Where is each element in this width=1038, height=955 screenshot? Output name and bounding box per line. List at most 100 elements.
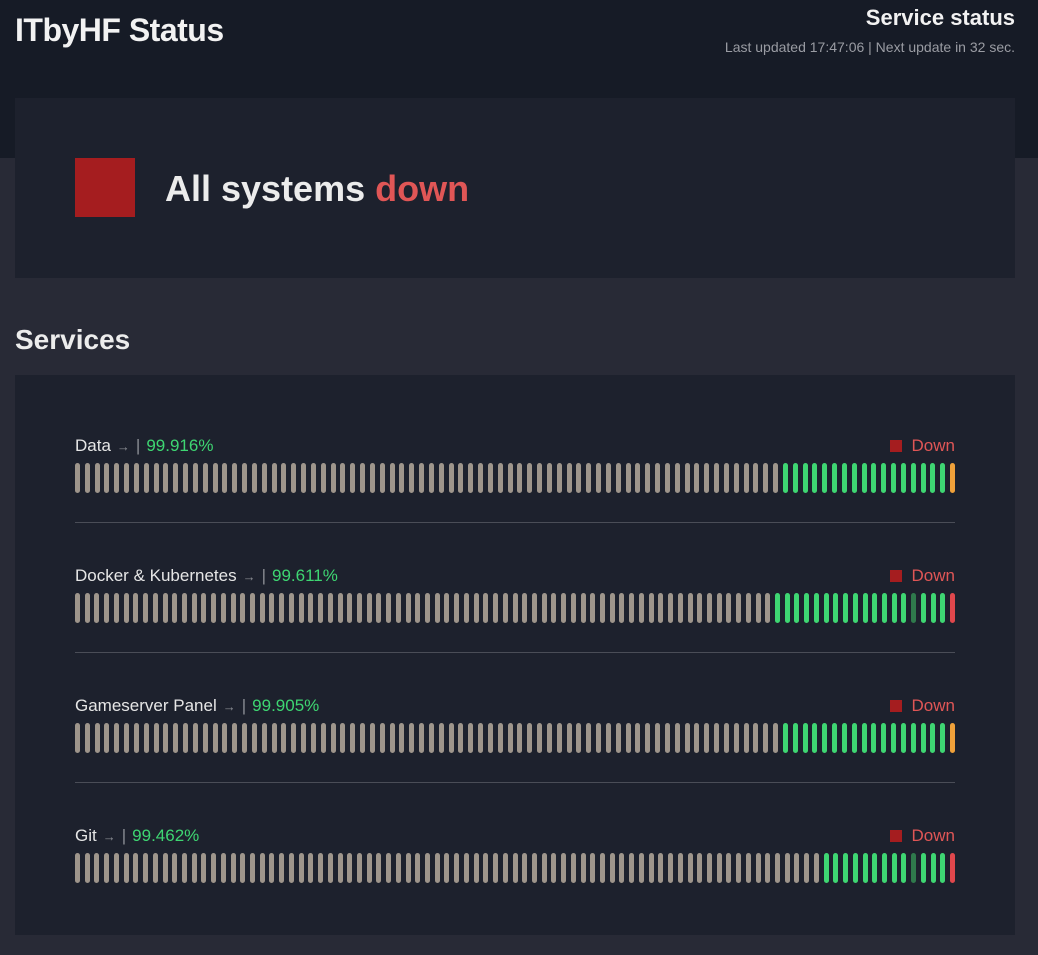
history-bar-no-data[interactable] — [522, 853, 528, 883]
history-bar-no-data[interactable] — [399, 463, 405, 493]
history-bar-no-data[interactable] — [240, 853, 246, 883]
history-bar-up[interactable] — [930, 853, 936, 883]
history-bar-no-data[interactable] — [242, 723, 248, 753]
history-bar-no-data[interactable] — [340, 463, 346, 493]
history-bar-up[interactable] — [832, 463, 838, 493]
history-bar-no-data[interactable] — [596, 463, 602, 493]
history-bar-no-data[interactable] — [648, 853, 654, 883]
history-bar-up[interactable] — [792, 723, 798, 753]
history-bar-no-data[interactable] — [271, 723, 277, 753]
history-bar-no-data[interactable] — [570, 853, 576, 883]
history-bar-up[interactable] — [901, 853, 907, 883]
history-bar-no-data[interactable] — [629, 853, 635, 883]
history-bar-no-data[interactable] — [192, 463, 198, 493]
history-bar-no-data[interactable] — [409, 723, 415, 753]
history-bar-no-data[interactable] — [733, 723, 739, 753]
history-bar-no-data[interactable] — [230, 853, 236, 883]
history-bar-no-data[interactable] — [743, 723, 749, 753]
history-bar-no-data[interactable] — [664, 463, 670, 493]
history-bar-no-data[interactable] — [242, 463, 248, 493]
history-bar-no-data[interactable] — [463, 853, 469, 883]
history-bar-no-data[interactable] — [360, 723, 366, 753]
history-bar-no-data[interactable] — [586, 463, 592, 493]
history-bar-no-data[interactable] — [684, 463, 690, 493]
history-bar-no-data[interactable] — [202, 723, 208, 753]
history-bar-no-data[interactable] — [369, 723, 375, 753]
arrow-right-icon[interactable]: → — [103, 829, 116, 844]
history-bar-up[interactable] — [833, 853, 839, 883]
history-bar-no-data[interactable] — [211, 853, 217, 883]
history-bar-no-data[interactable] — [502, 593, 508, 623]
history-bar-no-data[interactable] — [376, 853, 382, 883]
history-bar-no-data[interactable] — [211, 593, 217, 623]
history-bar-no-data[interactable] — [153, 463, 159, 493]
history-bar-no-data[interactable] — [143, 593, 149, 623]
history-bar-no-data[interactable] — [320, 723, 326, 753]
history-bar-no-data[interactable] — [551, 593, 557, 623]
history-bar-no-data[interactable] — [104, 723, 110, 753]
history-bar-no-data[interactable] — [625, 463, 631, 493]
history-bar-no-data[interactable] — [386, 853, 392, 883]
history-bar-no-data[interactable] — [220, 853, 226, 883]
history-bar-no-data[interactable] — [706, 593, 712, 623]
history-bar-no-data[interactable] — [104, 463, 110, 493]
history-bar-up[interactable] — [861, 463, 867, 493]
history-bar-up[interactable] — [900, 463, 906, 493]
history-bar-no-data[interactable] — [658, 853, 664, 883]
history-bar-no-data[interactable] — [124, 463, 130, 493]
history-bar-no-data[interactable] — [763, 463, 769, 493]
history-bar-no-data[interactable] — [162, 853, 168, 883]
history-bar-no-data[interactable] — [619, 593, 625, 623]
history-bar-up[interactable] — [861, 723, 867, 753]
history-bar-no-data[interactable] — [298, 593, 304, 623]
history-bar-up[interactable] — [881, 853, 887, 883]
history-bar-no-data[interactable] — [694, 723, 700, 753]
history-bar-up[interactable] — [920, 853, 926, 883]
history-bar-no-data[interactable] — [753, 723, 759, 753]
history-bar-up[interactable] — [823, 853, 829, 883]
history-bar-no-data[interactable] — [444, 593, 450, 623]
history-bar-up[interactable] — [792, 463, 798, 493]
history-bar-no-data[interactable] — [704, 723, 710, 753]
history-bar-no-data[interactable] — [726, 593, 732, 623]
history-bar-no-data[interactable] — [726, 853, 732, 883]
history-bar-no-data[interactable] — [123, 593, 129, 623]
history-bar-no-data[interactable] — [527, 463, 533, 493]
history-bar-no-data[interactable] — [493, 593, 499, 623]
history-bar-no-data[interactable] — [638, 593, 644, 623]
history-bar-no-data[interactable] — [434, 853, 440, 883]
history-bar-no-data[interactable] — [586, 723, 592, 753]
history-bar-no-data[interactable] — [478, 723, 484, 753]
history-bar-up[interactable] — [891, 723, 896, 753]
history-bar-no-data[interactable] — [775, 853, 780, 883]
history-bar-no-data[interactable] — [133, 463, 139, 493]
history-bar-no-data[interactable] — [625, 723, 631, 753]
history-bar-no-data[interactable] — [350, 723, 356, 753]
history-bar-no-data[interactable] — [350, 463, 356, 493]
history-bar-no-data[interactable] — [687, 593, 693, 623]
history-bar-no-data[interactable] — [704, 463, 710, 493]
history-bar-no-data[interactable] — [635, 463, 641, 493]
history-bar-no-data[interactable] — [605, 463, 611, 493]
history-bar-no-data[interactable] — [201, 853, 207, 883]
history-bar-no-data[interactable] — [566, 463, 572, 493]
history-bar-no-data[interactable] — [310, 723, 316, 753]
history-bar-no-data[interactable] — [537, 463, 543, 493]
history-bar-up[interactable] — [940, 593, 946, 623]
history-bar-no-data[interactable] — [556, 463, 562, 493]
history-bar-no-data[interactable] — [714, 723, 720, 753]
history-bar-up[interactable] — [812, 463, 818, 493]
history-bar-up[interactable] — [920, 593, 926, 623]
history-bar-no-data[interactable] — [448, 463, 454, 493]
history-bar-no-data[interactable] — [765, 593, 771, 623]
arrow-right-icon[interactable]: → — [243, 569, 256, 584]
history-bar-no-data[interactable] — [655, 463, 661, 493]
history-bar-up[interactable] — [930, 463, 936, 493]
history-bar-no-data[interactable] — [517, 463, 523, 493]
history-bar-no-data[interactable] — [379, 463, 385, 493]
history-bar-no-data[interactable] — [152, 853, 158, 883]
history-bar-no-data[interactable] — [609, 593, 615, 623]
history-bar-up[interactable] — [812, 723, 818, 753]
history-bar-up[interactable] — [804, 593, 810, 623]
history-bar-no-data[interactable] — [804, 853, 810, 883]
